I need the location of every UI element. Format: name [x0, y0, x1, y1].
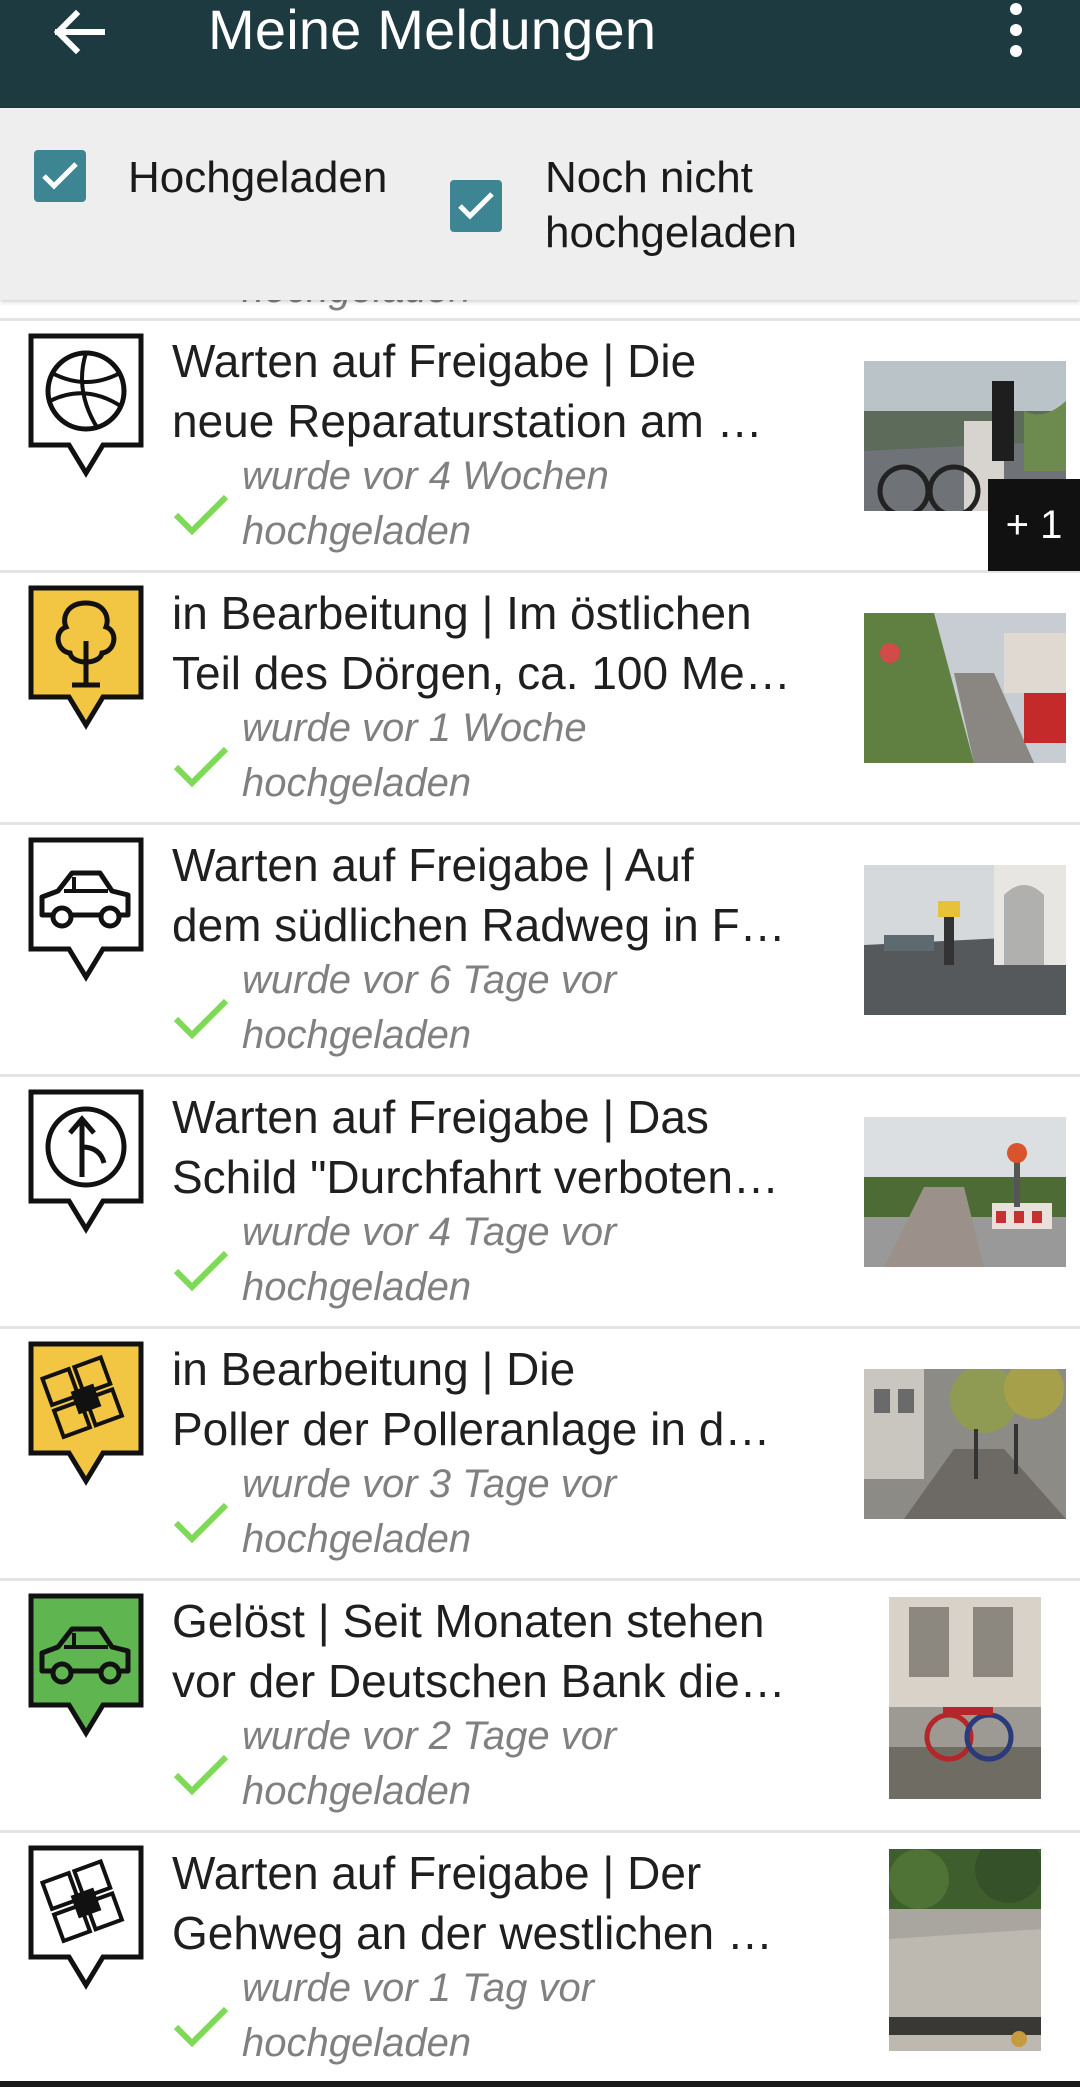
- list-item[interactable]: Warten auf Freigabe | Auf dem südlichen …: [0, 822, 1080, 1074]
- report-title: Warten auf Freigabe | Der Gehweg an der …: [172, 1847, 773, 1959]
- uploaded-check-icon: [173, 746, 229, 788]
- list-item[interactable]: Gelöst | Seit Monaten stehen vor der Deu…: [0, 1578, 1080, 1830]
- upload-status: wurde vor 1 Woche hochgeladen: [242, 706, 587, 805]
- bottom-edge: [0, 2081, 1080, 2087]
- not-uploaded-label[interactable]: Noch nicht hochgeladen: [545, 150, 797, 260]
- report-title: in Bearbeitung | Im östlichen Teil des D…: [172, 587, 791, 699]
- paving-icon: [28, 1845, 144, 1990]
- uploaded-check-icon: [173, 2006, 229, 2048]
- uploaded-label[interactable]: Hochgeladen: [128, 150, 387, 205]
- photo-thumbnail[interactable]: [889, 1849, 1041, 2051]
- upload-status: wurde vor 4 Wochen hochgeladen: [242, 454, 609, 553]
- upload-status: wurde vor 3 Tage vor hochgeladen: [242, 1462, 617, 1561]
- upload-status: wurde vor 6 Tage vor hochgeladen: [242, 958, 617, 1057]
- photo-thumbnail[interactable]: [864, 1369, 1066, 1519]
- list-item[interactable]: in Bearbeitung | Die Poller der Polleran…: [0, 1326, 1080, 1578]
- report-title: Gelöst | Seit Monaten stehen vor der Deu…: [172, 1595, 786, 1707]
- paving-icon: [28, 1341, 144, 1486]
- report-title: Warten auf Freigabe | Auf dem südlichen …: [172, 839, 786, 951]
- list-item[interactable]: Warten auf Freigabe | Das Schild "Durchf…: [0, 1074, 1080, 1326]
- more-vert-icon[interactable]: [996, 0, 1036, 60]
- photo-thumbnail[interactable]: [889, 1597, 1041, 1799]
- checkmark-icon: [458, 192, 494, 220]
- uploaded-check-icon: [173, 494, 229, 536]
- photo-thumbnail[interactable]: [864, 613, 1066, 763]
- uploaded-check-icon: [173, 1250, 229, 1292]
- tree-icon: [28, 585, 144, 730]
- clipped-status-text: hochgeladen: [242, 300, 471, 316]
- arrow-left-icon[interactable]: [48, 0, 112, 64]
- page-title: Meine Meldungen: [208, 0, 657, 61]
- ball-icon: [28, 333, 144, 478]
- not-uploaded-label-line1: Noch nicht: [545, 153, 753, 202]
- upload-status: wurde vor 4 Tage vor hochgeladen: [242, 1210, 617, 1309]
- photo-thumbnail[interactable]: [864, 865, 1066, 1015]
- list-item[interactable]: Warten auf Freigabe | Der Gehweg an der …: [0, 1830, 1080, 2082]
- uploaded-check-icon: [173, 1502, 229, 1544]
- report-title: Warten auf Freigabe | Das Schild "Durchf…: [172, 1091, 779, 1203]
- uploaded-check-icon: [173, 998, 229, 1040]
- list-item[interactable]: in Bearbeitung | Im östlichen Teil des D…: [0, 570, 1080, 822]
- car-icon: [28, 837, 144, 982]
- uploaded-check-icon: [173, 1754, 229, 1796]
- photo-thumbnail[interactable]: [864, 1117, 1066, 1267]
- filter-bar: Hochgeladen Noch nicht hochgeladen: [0, 108, 1080, 300]
- list-item[interactable]: Warten auf Freigabe | Die neue Reparatur…: [0, 318, 1080, 571]
- traffic-sign-icon: [28, 1089, 144, 1234]
- checkmark-icon: [42, 162, 78, 190]
- not-uploaded-checkbox[interactable]: [450, 180, 502, 232]
- report-title: in Bearbeitung | Die Poller der Polleran…: [172, 1343, 771, 1455]
- report-list[interactable]: hochgeladen Warten auf Freigabe | Die ne…: [0, 300, 1080, 2087]
- report-title: Warten auf Freigabe | Die neue Reparatur…: [172, 335, 763, 447]
- app-bar: Meine Meldungen: [0, 0, 1080, 108]
- extra-photos-badge: + 1: [988, 479, 1080, 571]
- upload-status: wurde vor 2 Tage vor hochgeladen: [242, 1714, 617, 1813]
- not-uploaded-label-line2: hochgeladen: [545, 208, 798, 257]
- uploaded-checkbox[interactable]: [34, 150, 86, 202]
- upload-status: wurde vor 1 Tag vor hochgeladen: [242, 1966, 595, 2065]
- car-icon: [28, 1593, 144, 1738]
